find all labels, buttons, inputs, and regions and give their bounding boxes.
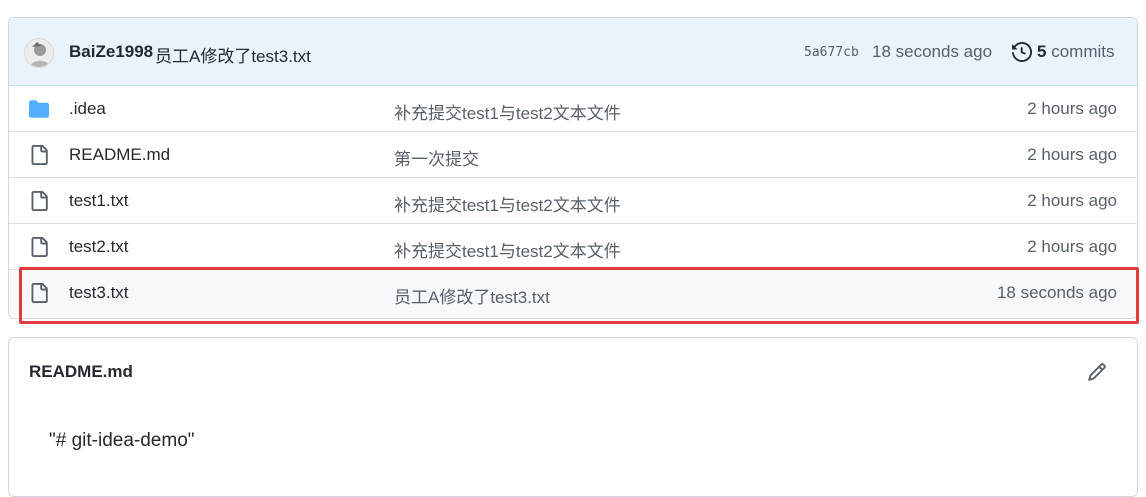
file-name-link[interactable]: test2.txt — [69, 237, 129, 257]
file-name-link[interactable]: .idea — [69, 99, 106, 119]
commit-message-link[interactable]: 员工A修改了test3.txt — [155, 42, 311, 67]
file-name-link[interactable]: test3.txt — [69, 283, 129, 303]
file-commit-time: 2 hours ago — [1027, 99, 1117, 118]
file-name-link[interactable]: README.md — [69, 145, 170, 165]
file-commit-message-link[interactable]: 补充提交test1与test2文本文件 — [394, 99, 621, 124]
file-row-test2[interactable]: test2.txt 补充提交test1与test2文本文件 2 hours ag… — [9, 224, 1137, 270]
file-commit-time: 2 hours ago — [1027, 191, 1117, 210]
file-row-test1[interactable]: test1.txt 补充提交test1与test2文本文件 2 hours ag… — [9, 178, 1137, 224]
file-name-link[interactable]: test1.txt — [69, 191, 129, 211]
folder-icon — [29, 100, 49, 118]
file-icon — [31, 283, 48, 303]
file-commit-message-link[interactable]: 补充提交test1与test2文本文件 — [394, 237, 621, 262]
commits-count-link[interactable]: 5 commits — [1037, 42, 1114, 62]
file-row-test3[interactable]: test3.txt 员工A修改了test3.txt 18 seconds ago — [9, 270, 1137, 316]
file-icon — [31, 191, 48, 211]
file-row-idea[interactable]: .idea 补充提交test1与test2文本文件 2 hours ago — [9, 86, 1137, 132]
commit-time: 18 seconds ago — [872, 42, 993, 61]
commits-label: commits — [1051, 42, 1115, 61]
file-icon — [31, 145, 48, 165]
file-browser: BaiZe1998 员工A修改了test3.txt 5a677cb 18 sec… — [8, 17, 1138, 319]
file-row-readme[interactable]: README.md 第一次提交 2 hours ago — [9, 132, 1137, 178]
file-commit-time: 2 hours ago — [1027, 145, 1117, 164]
file-icon — [31, 237, 48, 257]
history-icon[interactable] — [1012, 42, 1032, 62]
readme-panel: README.md "# git-idea-demo" — [8, 337, 1138, 497]
commit-sha-link[interactable]: 5a677cb — [804, 45, 859, 60]
latest-commit-bar: BaiZe1998 员工A修改了test3.txt 5a677cb 18 sec… — [9, 18, 1137, 86]
file-commit-message-link[interactable]: 第一次提交 — [394, 145, 479, 170]
readme-title: README.md — [29, 362, 133, 381]
commit-author-link[interactable]: BaiZe1998 — [69, 42, 153, 62]
file-commit-time: 2 hours ago — [1027, 237, 1117, 256]
file-commit-time: 18 seconds ago — [996, 283, 1117, 302]
file-commit-message-link[interactable]: 员工A修改了test3.txt — [394, 283, 550, 308]
readme-content: "# git-idea-demo" — [49, 430, 195, 451]
author-avatar[interactable] — [24, 38, 54, 68]
file-commit-message-link[interactable]: 补充提交test1与test2文本文件 — [394, 191, 621, 216]
pencil-icon[interactable] — [1087, 362, 1107, 382]
commits-count: 5 — [1037, 42, 1047, 61]
